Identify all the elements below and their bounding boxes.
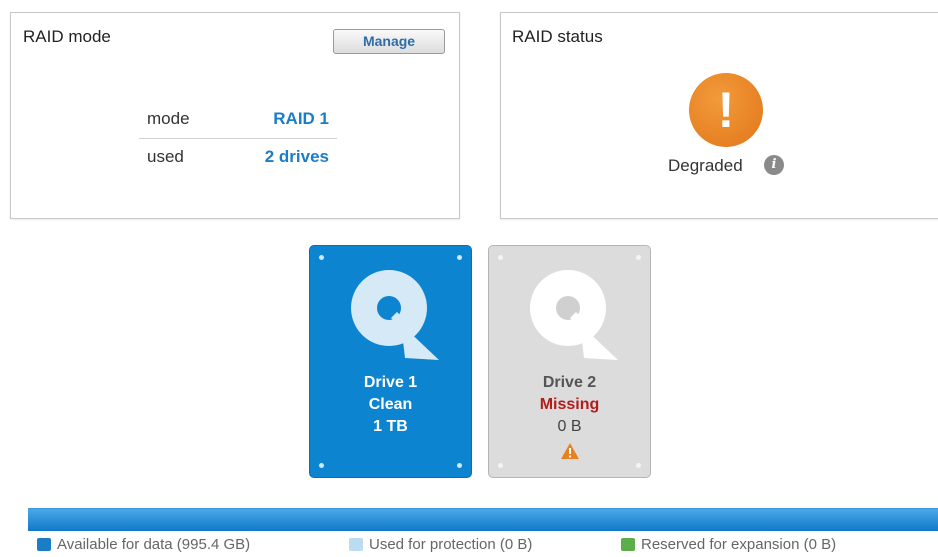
screw-icon (498, 463, 503, 468)
raid-overview-page: RAID mode Manage mode RAID 1 used 2 driv… (0, 0, 938, 557)
legend-swatch (621, 538, 635, 551)
legend-label: Used for protection (0 B) (369, 536, 533, 553)
mode-label: mode (147, 109, 190, 128)
used-value: 2 drives (264, 147, 329, 166)
screw-icon (636, 463, 641, 468)
screw-icon (319, 463, 324, 468)
used-label: used (147, 147, 184, 166)
screw-icon (319, 255, 324, 260)
legend-swatch (349, 538, 363, 551)
drive-size: 1 TB (373, 418, 408, 435)
raid-status-title: RAID status (512, 27, 603, 46)
drive-card-1[interactable]: Drive 1 Clean 1 TB (309, 245, 472, 478)
drive-name: Drive 1 (363, 374, 418, 391)
drive-name: Drive 2 (542, 374, 597, 391)
drive-size: 0 B (557, 418, 582, 435)
legend-swatch (37, 538, 51, 551)
legend-label: Reserved for expansion (0 B) (641, 536, 837, 553)
raid-mode-panel: RAID mode Manage mode RAID 1 used 2 driv… (10, 12, 460, 219)
legend-reserved-for-expansion: Reserved for expansion (0 B) (621, 536, 836, 554)
degraded-alert-icon: ! (689, 73, 763, 147)
raid-status-panel: RAID status ! Degraded i (500, 12, 938, 219)
screw-icon (457, 463, 462, 468)
mode-row: mode RAID 1 (139, 101, 337, 139)
manage-button[interactable]: Manage (333, 29, 445, 54)
legend-available-for-data: Available for data (995.4 GB) (37, 536, 250, 554)
capacity-bar (28, 508, 938, 531)
screw-icon (636, 255, 641, 260)
drive-card-2[interactable]: Drive 2 Missing 0 B (488, 245, 651, 478)
screw-icon (498, 255, 503, 260)
mode-value: RAID 1 (273, 109, 329, 128)
raid-mode-title: RAID mode (23, 27, 111, 46)
hard-disk-icon (530, 270, 618, 360)
raid-mode-info-table: mode RAID 1 used 2 drives (139, 101, 337, 176)
warning-icon (561, 443, 579, 459)
raid-status-text: Degraded (668, 156, 743, 175)
legend-used-for-protection: Used for protection (0 B) (349, 536, 532, 554)
drive-status: Clean (368, 396, 413, 413)
hard-disk-icon (351, 270, 439, 360)
info-icon[interactable]: i (764, 155, 784, 175)
legend-label: Available for data (995.4 GB) (57, 536, 251, 553)
drive-status: Missing (539, 396, 600, 413)
screw-icon (457, 255, 462, 260)
used-row: used 2 drives (139, 139, 337, 176)
